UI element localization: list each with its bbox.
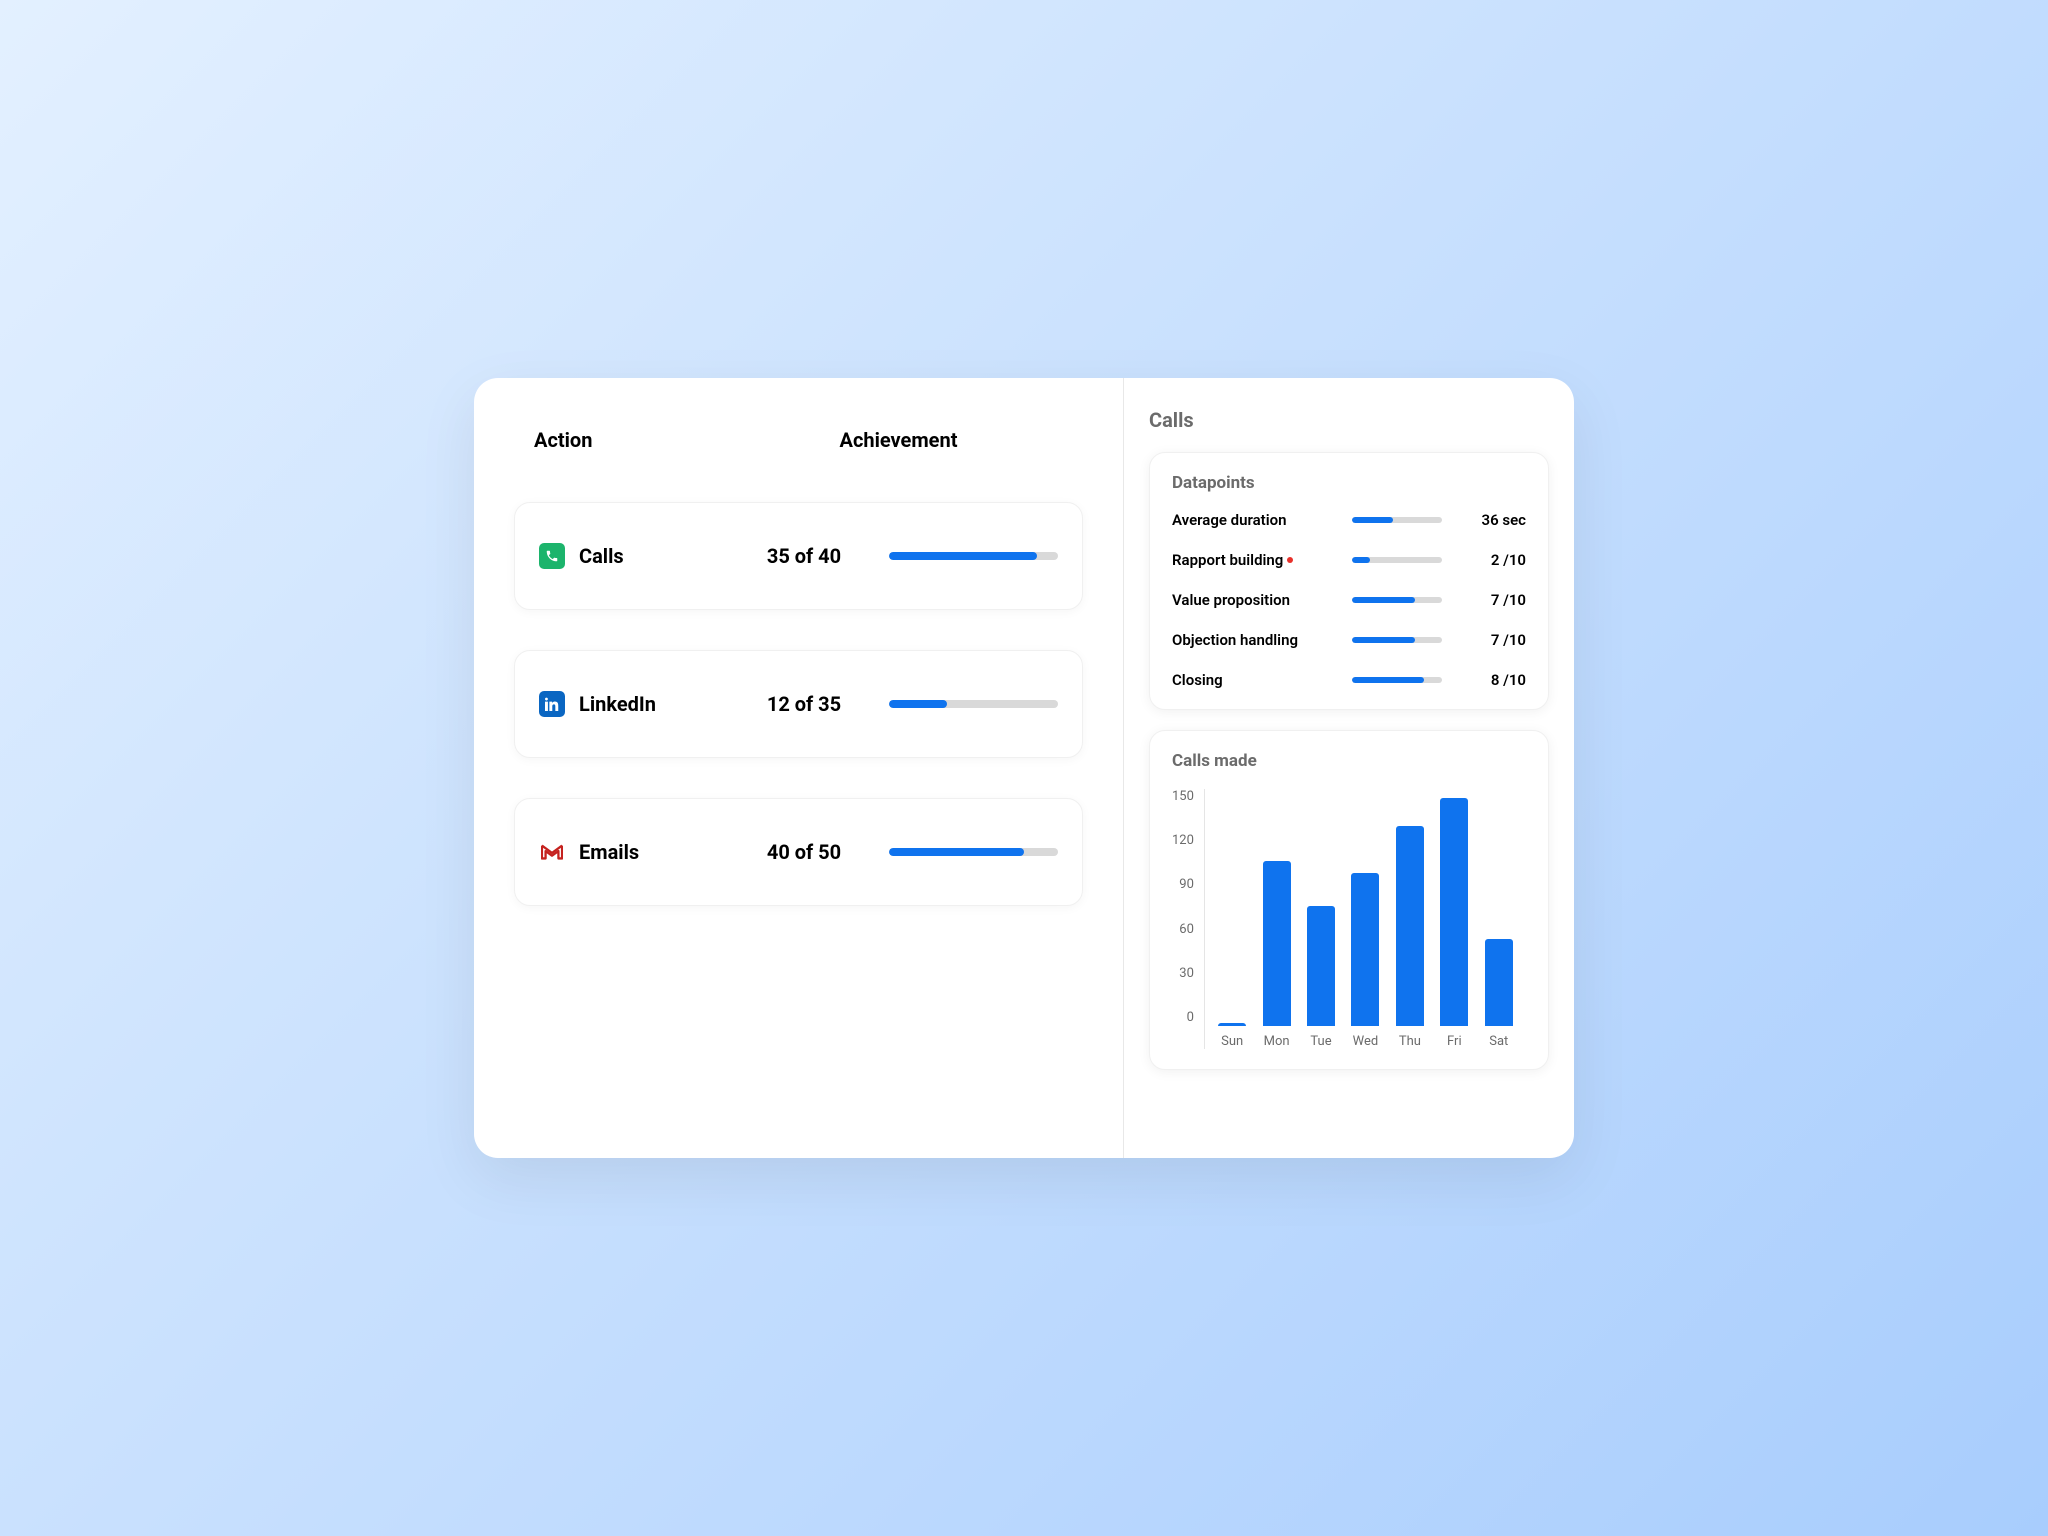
header-action: Action <box>534 428 734 452</box>
bars-area: Sun Mon Tue Wed Thu Fri Sat <box>1204 789 1526 1049</box>
action-card-linkedin[interactable]: LinkedIn 12 of 35 <box>514 650 1083 758</box>
dashboard: Action Achievement Calls 35 of 40 Linked… <box>474 378 1574 1158</box>
progress-bar <box>889 700 1058 708</box>
datapoints-title: Datapoints <box>1172 473 1526 493</box>
bar-label: Fri <box>1447 1034 1462 1049</box>
achievement-text: 12 of 35 <box>739 692 869 716</box>
datapoint-value: 7 /10 <box>1491 631 1526 649</box>
chart-container: 150 120 90 60 30 0 Sun Mon Tue Wed Thu Fri Sa… <box>1172 789 1526 1049</box>
emails-icon <box>539 839 565 865</box>
datapoint-label: Rapport building <box>1172 551 1352 569</box>
actions-list: Calls 35 of 40 LinkedIn 12 of 35 Emails … <box>514 502 1083 906</box>
achievement-text: 40 of 50 <box>739 840 869 864</box>
datapoints-list: Average duration 36 sec Rapport building… <box>1172 511 1526 689</box>
section-title: Calls <box>1149 408 1549 432</box>
y-tick: 0 <box>1172 1010 1194 1025</box>
bar-group: Thu <box>1388 826 1432 1049</box>
datapoint-bar <box>1352 597 1442 603</box>
datapoint-row: Average duration 36 sec <box>1172 511 1526 529</box>
bar-label: Sat <box>1489 1034 1508 1049</box>
y-tick: 120 <box>1172 833 1194 848</box>
action-label: Calls <box>579 544 624 568</box>
datapoints-card: Datapoints Average duration 36 sec Rappo… <box>1149 452 1549 710</box>
bar-group: Sun <box>1210 1023 1254 1049</box>
bar <box>1396 826 1424 1026</box>
action-left: LinkedIn <box>539 691 739 717</box>
datapoint-bar <box>1352 637 1442 643</box>
bar-group: Fri <box>1432 798 1476 1049</box>
y-axis: 150 120 90 60 30 0 <box>1172 789 1204 1049</box>
column-headers: Action Achievement <box>514 428 1083 452</box>
datapoint-row: Value proposition 7 /10 <box>1172 591 1526 609</box>
bar <box>1263 861 1291 1026</box>
datapoint-bar-fill <box>1352 557 1370 563</box>
progress-fill <box>889 552 1037 560</box>
bar-group: Mon <box>1254 861 1298 1049</box>
action-card-emails[interactable]: Emails 40 of 50 <box>514 798 1083 906</box>
calls-icon <box>539 543 565 569</box>
bar-label: Sun <box>1221 1034 1243 1049</box>
progress-fill <box>889 700 947 708</box>
bar-label: Mon <box>1264 1034 1290 1049</box>
bar <box>1218 1023 1246 1026</box>
flag-dot-icon <box>1287 557 1293 563</box>
actions-panel: Action Achievement Calls 35 of 40 Linked… <box>474 378 1124 1158</box>
datapoint-value: 7 /10 <box>1491 591 1526 609</box>
chart-card: Calls made 150 120 90 60 30 0 Sun Mon Tue Wed… <box>1149 730 1549 1070</box>
bar-label: Wed <box>1353 1034 1379 1049</box>
progress-bar <box>889 848 1058 856</box>
datapoint-value: 36 sec <box>1482 511 1526 529</box>
datapoint-bar <box>1352 517 1442 523</box>
achievement-text: 35 of 40 <box>739 544 869 568</box>
y-tick: 90 <box>1172 877 1194 892</box>
datapoint-label: Average duration <box>1172 511 1352 529</box>
datapoint-bar-fill <box>1352 597 1415 603</box>
action-label: Emails <box>579 840 639 864</box>
action-left: Emails <box>539 839 739 865</box>
datapoint-label: Closing <box>1172 671 1352 689</box>
datapoint-row: Rapport building 2 /10 <box>1172 551 1526 569</box>
datapoint-bar-fill <box>1352 637 1415 643</box>
action-card-calls[interactable]: Calls 35 of 40 <box>514 502 1083 610</box>
progress-bar <box>889 552 1058 560</box>
datapoint-label: Objection handling <box>1172 631 1352 649</box>
y-tick: 30 <box>1172 966 1194 981</box>
bar-label: Thu <box>1399 1034 1421 1049</box>
y-tick: 150 <box>1172 789 1194 804</box>
action-left: Calls <box>539 543 739 569</box>
y-tick: 60 <box>1172 922 1194 937</box>
chart-title: Calls made <box>1172 751 1526 771</box>
datapoint-bar <box>1352 557 1442 563</box>
bar <box>1307 906 1335 1026</box>
bar <box>1440 798 1468 1026</box>
progress-fill <box>889 848 1024 856</box>
datapoint-value: 2 /10 <box>1491 551 1526 569</box>
bar <box>1485 939 1513 1026</box>
linkedin-icon <box>539 691 565 717</box>
datapoint-bar-fill <box>1352 517 1393 523</box>
action-label: LinkedIn <box>579 692 656 716</box>
datapoint-value: 8 /10 <box>1491 671 1526 689</box>
datapoint-label: Value proposition <box>1172 591 1352 609</box>
datapoint-row: Closing 8 /10 <box>1172 671 1526 689</box>
datapoint-bar <box>1352 677 1442 683</box>
datapoint-row: Objection handling 7 /10 <box>1172 631 1526 649</box>
bar-label: Tue <box>1310 1034 1331 1049</box>
bar-group: Tue <box>1299 906 1343 1049</box>
calls-panel: Calls Datapoints Average duration 36 sec… <box>1124 378 1574 1158</box>
bar-group: Wed <box>1343 873 1387 1049</box>
datapoint-bar-fill <box>1352 677 1424 683</box>
bar <box>1351 873 1379 1026</box>
header-achievement: Achievement <box>734 428 1063 452</box>
bar-group: Sat <box>1477 939 1521 1049</box>
